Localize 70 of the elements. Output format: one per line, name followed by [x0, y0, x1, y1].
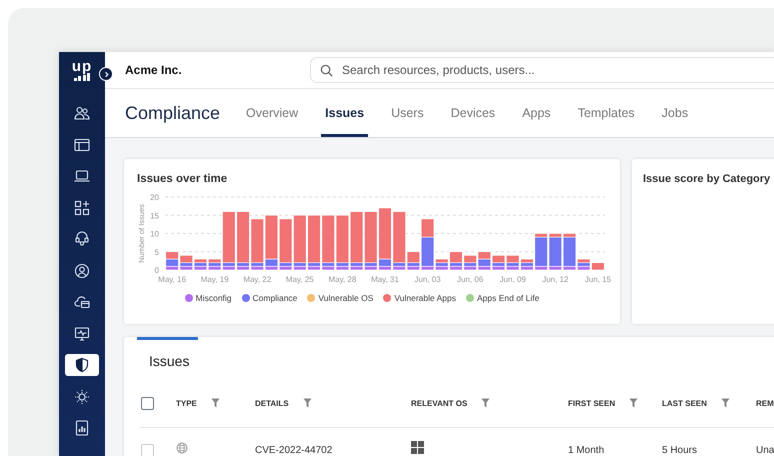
- tab[interactable]: Devices: [446, 89, 500, 137]
- report-icon: [74, 420, 90, 436]
- card-title: Issues over time: [137, 173, 228, 185]
- x-tick-label: Jun, 06: [457, 275, 484, 284]
- laptop-icon: [74, 168, 90, 184]
- bar-segment: [165, 251, 179, 260]
- y-tick-label: 0: [154, 266, 159, 275]
- grid-plus-icon: [74, 200, 90, 216]
- tab[interactable]: Jobs: [658, 89, 692, 137]
- user-circle-icon: [74, 262, 90, 278]
- x-tick-label: Jun, 15: [584, 275, 612, 284]
- filter-icon[interactable]: [210, 398, 220, 408]
- tab[interactable]: Templates: [574, 89, 639, 137]
- search-icon: [320, 64, 333, 77]
- column-header: FIRST SEEN: [568, 398, 616, 408]
- legend-label: Vulnerable OS: [318, 293, 374, 303]
- column-header: DETAILS: [255, 398, 289, 408]
- y-tick-label: 20: [150, 193, 159, 202]
- table-cell-text: CVE-2022-44702: [255, 444, 334, 456]
- tab[interactable]: Users: [387, 89, 428, 137]
- x-tick-label: Jun, 03: [414, 275, 441, 284]
- filter-icon[interactable]: [720, 398, 730, 408]
- tab[interactable]: Issues: [321, 89, 368, 137]
- x-tick-label: May, 19: [200, 275, 229, 284]
- headset-icon: [74, 231, 90, 247]
- y-tick-label: 10: [150, 230, 159, 238]
- table-title: Issues: [149, 353, 190, 369]
- windows-icon: [411, 441, 424, 454]
- x-tick-label: May, 31: [371, 275, 399, 284]
- legend-label: Vulnerable Apps: [394, 293, 456, 303]
- x-tick-label: Jun, 12: [542, 275, 568, 284]
- filter-icon[interactable]: [629, 398, 638, 408]
- monitor-pulse-icon: [74, 326, 90, 342]
- sidebar-item[interactable]: [65, 354, 99, 376]
- globe-icon: [176, 442, 188, 454]
- cloud-window-icon: [74, 294, 90, 310]
- search-field[interactable]: Search resources, products, users...: [310, 57, 774, 83]
- page-title: Compliance: [125, 102, 220, 124]
- legend-label: Apps End of Life: [476, 293, 540, 303]
- table-cell-text: 5 Hours: [662, 444, 698, 456]
- y-tick-label: 5: [154, 248, 159, 257]
- table-cell: Una: [756, 444, 774, 456]
- x-tick-label: Jun, 09: [500, 275, 526, 284]
- filter-icon[interactable]: [302, 398, 312, 408]
- tab[interactable]: Apps: [518, 89, 555, 137]
- chevron-icon: [102, 70, 110, 78]
- column-header: TYPE: [176, 398, 197, 408]
- x-tick-label: May, 25: [286, 275, 314, 284]
- x-tick-label: May, 22: [243, 275, 272, 284]
- organization-name: Acme Inc.: [125, 63, 183, 77]
- table-cell-text: 1 Month: [568, 444, 606, 456]
- column-header: REM: [756, 398, 774, 408]
- accent-bar: [137, 337, 198, 340]
- y-tick-label: 15: [150, 211, 159, 220]
- users-icon: [74, 105, 90, 121]
- filter-icon[interactable]: [481, 398, 490, 408]
- bar-segment: [478, 251, 491, 260]
- legend-label: Compliance: [252, 293, 298, 303]
- row-checkbox[interactable]: [141, 444, 154, 456]
- logo: up: [72, 60, 92, 94]
- legend-label: Misconfig: [196, 293, 232, 303]
- shield-icon: [74, 357, 90, 373]
- x-tick-label: May, 16: [158, 275, 186, 284]
- column-header: LAST SEEN: [662, 398, 707, 408]
- tab[interactable]: Overview: [242, 89, 302, 137]
- x-tick-label: May, 28: [328, 275, 356, 284]
- column-header: RELEVANT OS: [411, 398, 468, 408]
- browser-window-icon: [74, 136, 90, 152]
- card-title: Issue score by Category: [643, 173, 770, 185]
- select-all-checkbox[interactable]: [141, 396, 154, 410]
